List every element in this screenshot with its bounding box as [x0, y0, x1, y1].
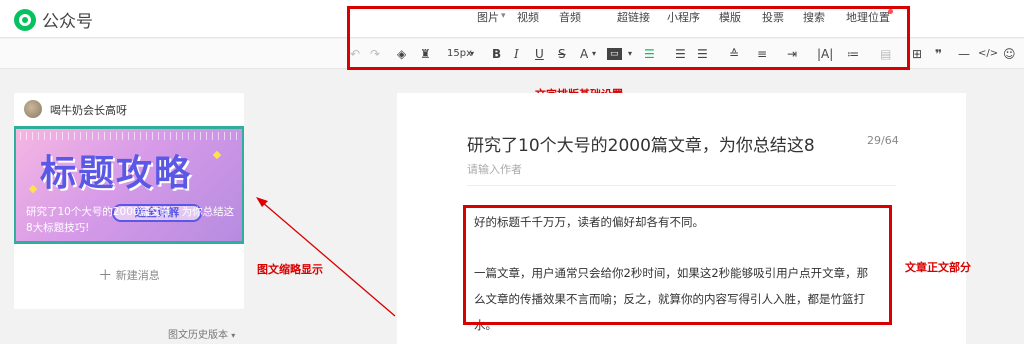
code-icon[interactable]: </>: [978, 46, 998, 62]
quote-icon[interactable]: ❞: [935, 46, 942, 62]
chevron-down-icon: ▾: [231, 331, 236, 340]
history-versions-link[interactable]: 图文历史版本 ▾: [168, 326, 235, 341]
new-message-label: 新建消息: [115, 269, 160, 282]
body-annotation: 文章正文部分: [905, 261, 971, 274]
divider-icon[interactable]: —: [958, 46, 970, 62]
body-highlight-box: [463, 205, 892, 325]
toolbar-highlight-box: [347, 6, 910, 70]
history-label: 图文历史版本: [168, 330, 228, 341]
account-name: 喝牛奶会长高呀: [50, 104, 127, 117]
article-title-input[interactable]: 研究了10个大号的2000篇文章，为你总结这8: [467, 131, 815, 156]
plus-icon: ＋: [98, 268, 113, 284]
avatar: [24, 100, 42, 118]
article-list-card: 喝牛奶会长高呀 标题攻略 超全详解 研究了10个大号的2000篇文章，为你总结这…: [14, 93, 244, 309]
new-message-button[interactable]: ＋ 新建消息: [14, 265, 244, 285]
divider: [467, 185, 896, 186]
arrow-head: [256, 197, 268, 207]
thumbnail-annotation: 图文缩略显示: [257, 263, 323, 276]
table-icon[interactable]: ⊞: [912, 46, 922, 62]
cover-thumbnail[interactable]: 标题攻略 超全详解 研究了10个大号的2000篇文章，为你总结这 8大标题技巧!: [14, 126, 244, 244]
emoji-icon[interactable]: ☺: [1003, 46, 1016, 62]
cover-frame: [14, 126, 244, 244]
author-input[interactable]: 请输入作者: [467, 161, 522, 177]
arrow-line: [261, 201, 396, 317]
title-char-count: 29/64: [867, 134, 899, 147]
